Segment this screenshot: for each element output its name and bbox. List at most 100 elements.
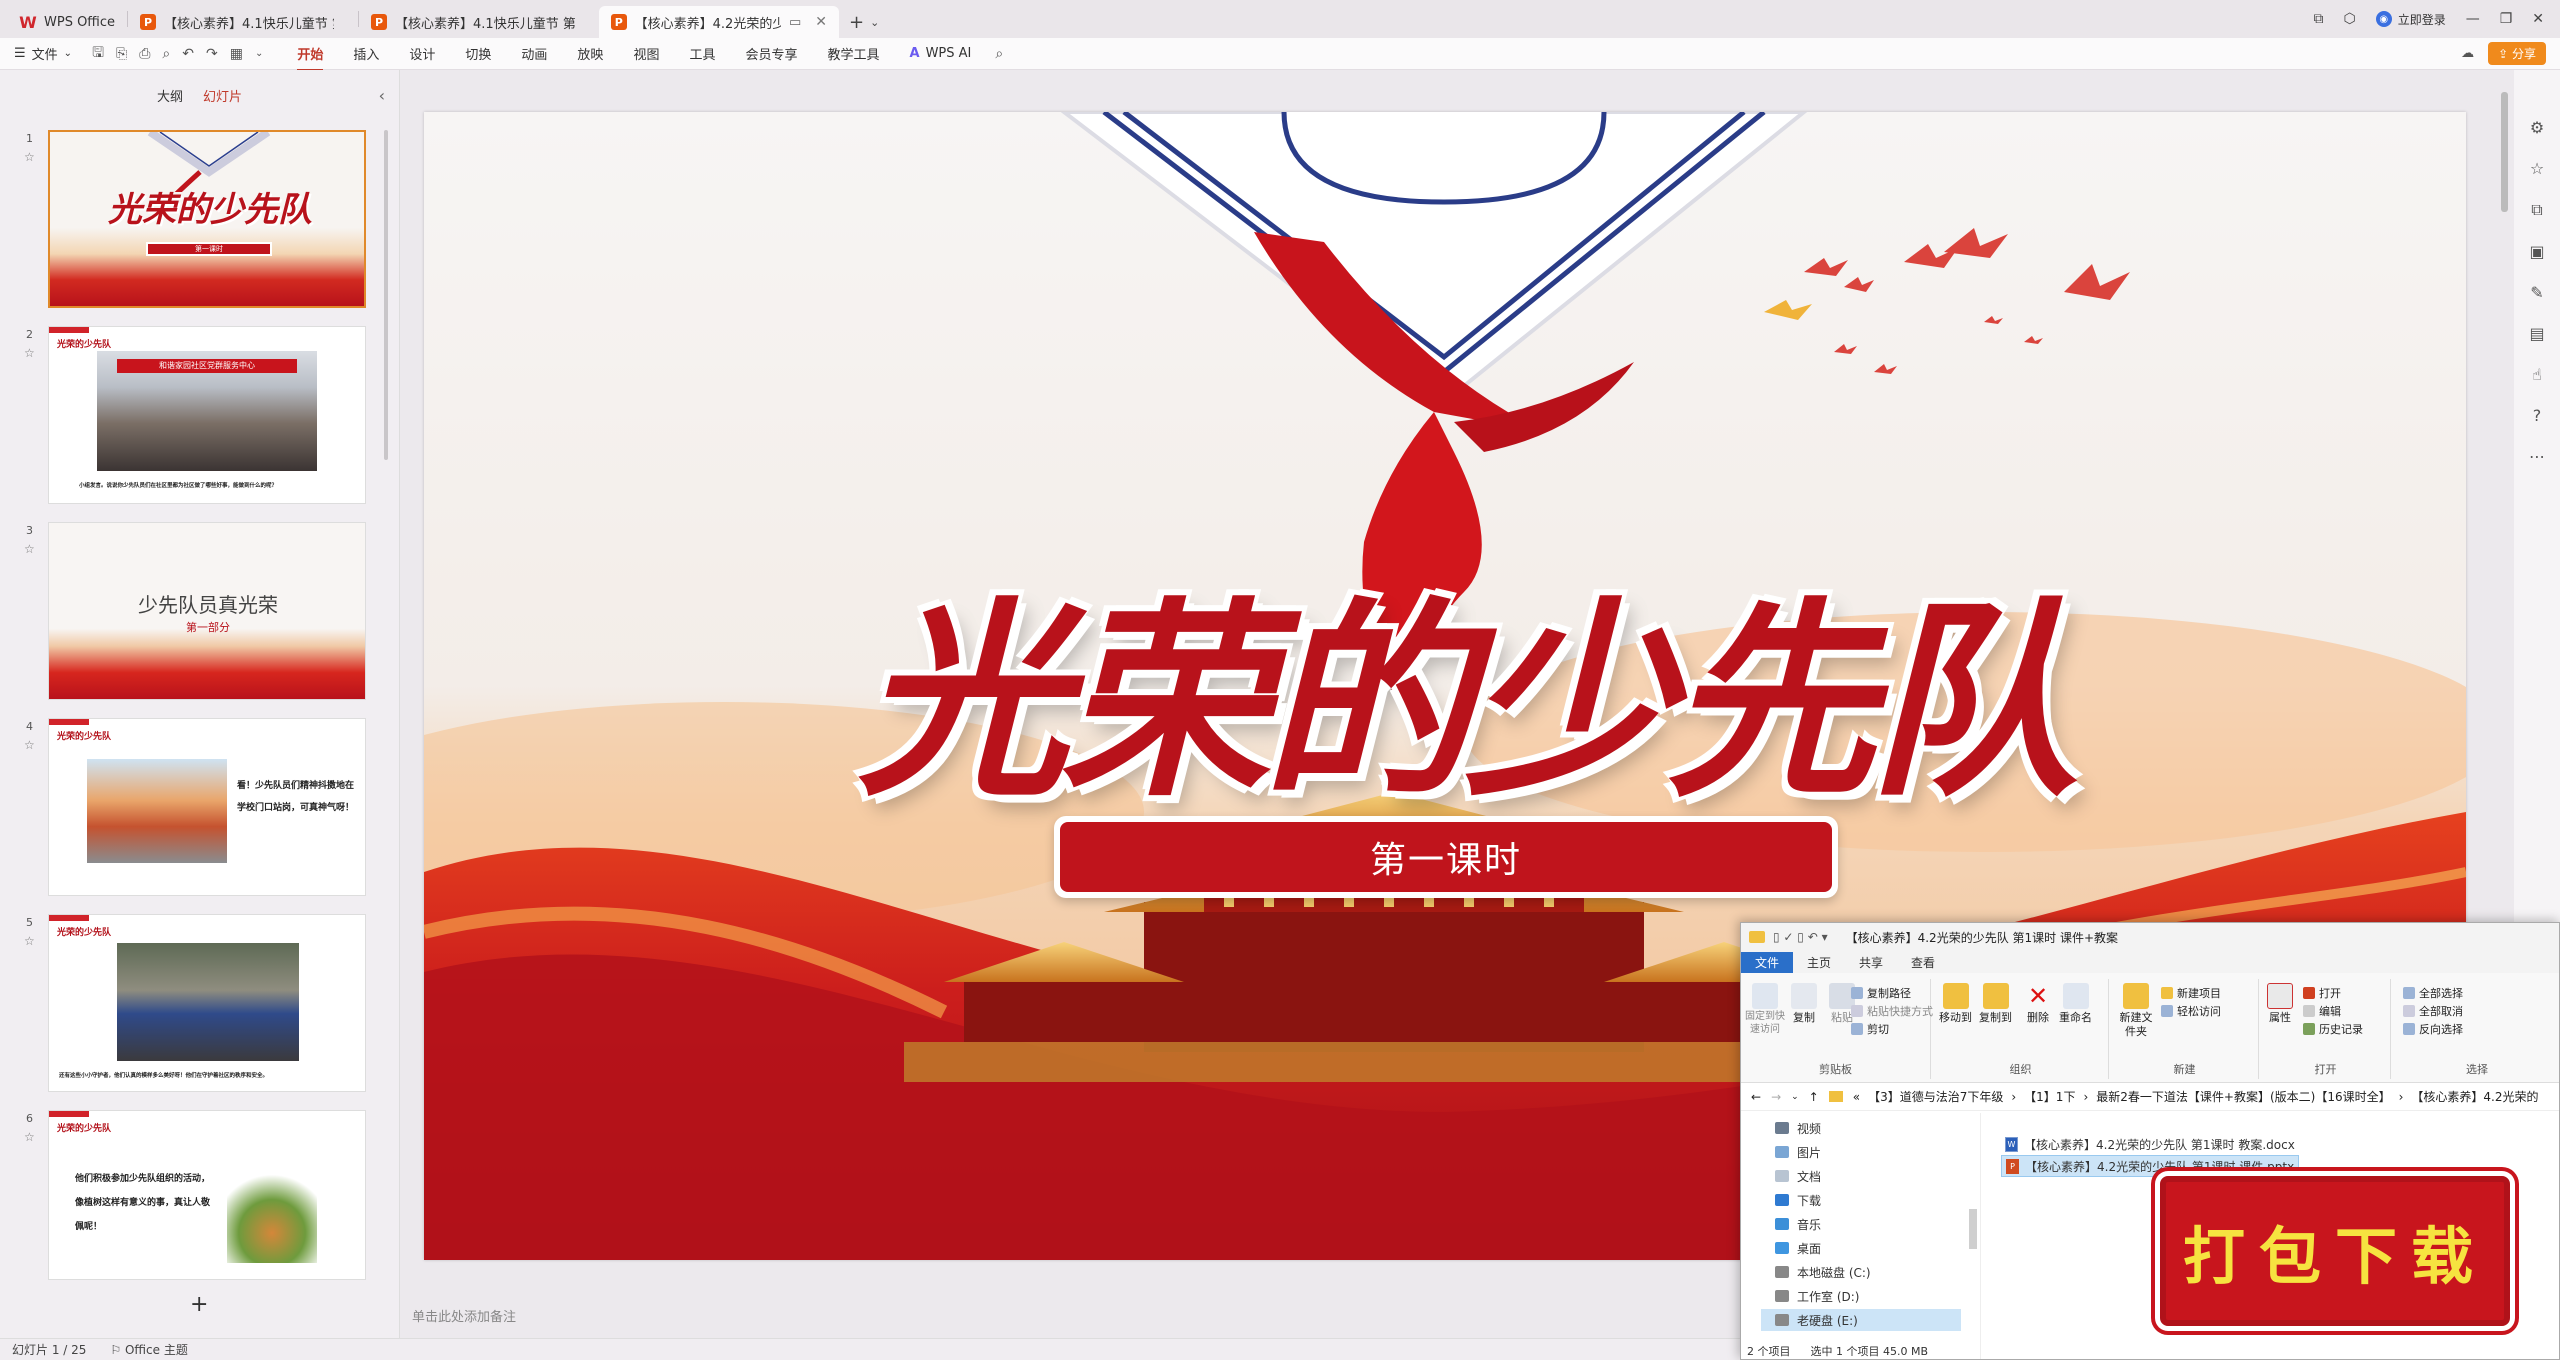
close-tab-icon[interactable]: ✕ xyxy=(815,14,827,30)
ribbon-tab-view[interactable]: 视图 xyxy=(633,44,659,63)
nav-videos[interactable]: 视频 xyxy=(1775,1117,1821,1139)
quick-access-icons[interactable]: ▯ ✓ ▯ ↶ ▾ xyxy=(1773,930,1828,944)
tools-icon[interactable]: ✎ xyxy=(2530,283,2543,302)
more-icon[interactable]: ⋯ xyxy=(2529,447,2545,466)
export-icon[interactable]: ⎘ xyxy=(116,46,127,62)
format-painter-icon[interactable]: ▦ xyxy=(230,46,243,62)
delete-button[interactable]: ✕ 删除 xyxy=(2025,983,2051,1025)
nav-documents[interactable]: 文档 xyxy=(1775,1165,1821,1187)
ribbon-tab-member[interactable]: 会员专享 xyxy=(745,44,797,63)
paste-shortcut-button[interactable]: 粘贴快捷方式 xyxy=(1851,1003,1933,1019)
tab-wps-home[interactable]: W WPS Office xyxy=(8,6,127,38)
help-icon[interactable]: ? xyxy=(2533,406,2542,425)
copy-button[interactable]: 复制 xyxy=(1791,983,1817,1025)
file-menu-button[interactable]: ☰ 文件 ⌄ xyxy=(14,44,72,63)
slide-thumb-1[interactable]: 光荣的少先队 第一课时 xyxy=(48,130,366,308)
print-icon[interactable]: ⎙ xyxy=(139,46,150,62)
scrollbar-thumb[interactable] xyxy=(2501,92,2508,212)
explorer-tab-home[interactable]: 主页 xyxy=(1793,952,1845,973)
ribbon-tab-transition[interactable]: 切换 xyxy=(465,44,491,63)
tab-list-icon[interactable]: ⧉ xyxy=(2313,11,2323,27)
login-button[interactable]: ◉ 立即登录 xyxy=(2375,11,2446,28)
subtitle-box[interactable]: 第一课时 xyxy=(1054,816,1838,898)
slide-thumb-row[interactable]: 1 ☆ 光荣的少先队 第一课时 xyxy=(0,130,390,310)
select-none-button[interactable]: 全部取消 xyxy=(2403,1003,2463,1019)
new-folder-button[interactable]: 新建文件夹 xyxy=(2117,983,2155,1039)
copy-path-button[interactable]: 复制路径 xyxy=(1851,985,1911,1001)
tab-doc-1[interactable]: P 【核心素养】4.1快乐儿童节 第1课时 xyxy=(128,6,358,38)
properties-button[interactable]: 属性 xyxy=(2267,983,2293,1025)
address-bar[interactable]: ← → ⌄ ↑ « 【3】道德与法治7下年级 › 【1】1下 › 最新2春一下道… xyxy=(1741,1083,2559,1111)
slide-thumb-row[interactable]: 6 ☆ 光荣的少先队 他们积极参加少先队组织的活动，像植树这样有意义的事，真让人… xyxy=(0,1110,390,1290)
print-preview-icon[interactable]: ⌕ xyxy=(162,46,170,62)
collapse-panel-icon[interactable]: ‹ xyxy=(379,86,385,105)
ribbon-tab-home[interactable]: 开始 xyxy=(297,44,324,71)
slide-thumb-row[interactable]: 5 ☆ 光荣的少先队 还有这些小小守护者，他们认真的模样多么美好呀！他们在守护着… xyxy=(0,914,390,1094)
select-all-button[interactable]: 全部选择 xyxy=(2403,985,2463,1001)
nav-desktop[interactable]: 桌面 xyxy=(1775,1237,1821,1259)
undo-icon[interactable]: ↶ xyxy=(182,46,194,62)
favorite-icon[interactable]: ☆ xyxy=(2530,159,2544,178)
template-icon[interactable]: ▤ xyxy=(2529,324,2544,343)
explorer-tab-share[interactable]: 共享 xyxy=(1845,952,1897,973)
slide-thumb-5[interactable]: 光荣的少先队 还有这些小小守护者，他们认真的模样多么美好呀！他们在守护着社区的秩… xyxy=(48,914,366,1092)
ribbon-tab-insert[interactable]: 插入 xyxy=(353,44,379,63)
panel-scrollbar[interactable] xyxy=(384,130,388,460)
pin-quick-access-button[interactable]: 固定到快速访问 xyxy=(1745,983,1785,1036)
add-slide-button[interactable]: + xyxy=(190,1292,208,1317)
slide-thumb-row[interactable]: 4 ☆ 光荣的少先队 看！少先队员们精神抖擞地在学校门口站岗，可真神气呀！ xyxy=(0,718,390,898)
edit-button[interactable]: 编辑 xyxy=(2303,1003,2341,1019)
up-icon[interactable]: ↑ xyxy=(1809,1090,1819,1104)
file-item-docx[interactable]: W 【核心素养】4.2光荣的少先队 第1课时 教案.docx xyxy=(2001,1133,2299,1155)
star-icon[interactable]: ☆ xyxy=(24,542,35,556)
ribbon-tab-tools[interactable]: 工具 xyxy=(689,44,715,63)
file-item-pptx[interactable]: P 【核心素养】4.2光荣的少先队 第1课时 课件.pptx xyxy=(2001,1155,2300,1177)
tab-doc-3-active[interactable]: P 【核心素养】4.2光荣的少先队 ▭ ✕ xyxy=(599,6,840,38)
wps-ai-button[interactable]: A WPS AI xyxy=(910,46,972,61)
slide-title[interactable]: 光荣的少先队 xyxy=(764,532,2164,836)
chevron-down-icon[interactable]: ⌄ xyxy=(1791,1092,1799,1102)
restore-icon[interactable]: ❐ xyxy=(2500,11,2513,27)
open-button[interactable]: 打开 xyxy=(2303,985,2341,1001)
image-icon[interactable]: ▣ xyxy=(2529,242,2544,261)
star-icon[interactable]: ☆ xyxy=(24,346,35,360)
slide-thumb-4[interactable]: 光荣的少先队 看！少先队员们精神抖擞地在学校门口站岗，可真神气呀！ xyxy=(48,718,366,896)
ribbon-tab-teaching[interactable]: 教学工具 xyxy=(827,44,879,63)
new-item-button[interactable]: 新建项目 xyxy=(2161,985,2221,1001)
hand-icon[interactable]: ☝ xyxy=(2532,365,2542,384)
share-button[interactable]: ⇪ 分享 xyxy=(2488,42,2546,65)
save-icon[interactable]: 🖫 xyxy=(92,42,104,66)
star-icon[interactable]: ☆ xyxy=(24,738,35,752)
ribbon-tab-slideshow[interactable]: 放映 xyxy=(577,44,603,63)
tab-doc-2[interactable]: P 【核心素养】4.1快乐儿童节 第2课时 xyxy=(359,6,599,38)
forward-icon[interactable]: → xyxy=(1771,1090,1781,1104)
copy-to-button[interactable]: 复制到 xyxy=(1979,983,2012,1025)
new-tab-button[interactable]: + ⌄ xyxy=(839,6,889,38)
explorer-tab-view[interactable]: 查看 xyxy=(1897,952,1949,973)
slide-thumb-3[interactable]: 少先队员真光荣 第一部分 xyxy=(48,522,366,700)
theme-indicator[interactable]: ⚐ Office 主题 xyxy=(110,1341,187,1358)
download-package-button[interactable]: 打包下载 xyxy=(2160,1176,2510,1326)
breadcrumb-segment[interactable]: 【1】1下 xyxy=(2024,1088,2075,1105)
ribbon-tab-animation[interactable]: 动画 xyxy=(521,44,547,63)
easy-access-button[interactable]: 轻松访问 xyxy=(2161,1003,2221,1019)
search-icon[interactable]: ⌕ xyxy=(995,46,1003,62)
ribbon-tab-design[interactable]: 设计 xyxy=(409,44,435,63)
nav-drive-e[interactable]: 老硬盘 (E:) xyxy=(1761,1309,1961,1331)
star-icon[interactable]: ☆ xyxy=(24,1130,35,1144)
chevron-down-icon[interactable]: ⌄ xyxy=(255,48,263,59)
redo-icon[interactable]: ↷ xyxy=(206,46,218,62)
cloud-sync-icon[interactable]: ☁ xyxy=(2461,46,2474,61)
minimize-icon[interactable]: — xyxy=(2466,11,2480,27)
back-icon[interactable]: ← xyxy=(1751,1090,1761,1104)
copy-icon[interactable]: ⧉ xyxy=(2531,200,2542,220)
tab-slides[interactable]: 幻灯片 xyxy=(203,86,242,105)
notes-placeholder[interactable]: 单击此处添加备注 xyxy=(412,1306,516,1325)
monitor-icon[interactable]: ▭ xyxy=(789,15,801,30)
slide-thumb-row[interactable]: 2 ☆ 光荣的少先队 和谐家园社区党群服务中心 小组发言。说说你少先队员们在社区… xyxy=(0,326,390,506)
nav-music[interactable]: 音乐 xyxy=(1775,1213,1821,1235)
slide-subtitle[interactable]: 第一课时 xyxy=(1060,822,1832,892)
star-icon[interactable]: ☆ xyxy=(24,934,35,948)
breadcrumb-segment[interactable]: « xyxy=(1853,1090,1860,1104)
nav-drive-d[interactable]: 工作室 (D:) xyxy=(1775,1285,1859,1307)
